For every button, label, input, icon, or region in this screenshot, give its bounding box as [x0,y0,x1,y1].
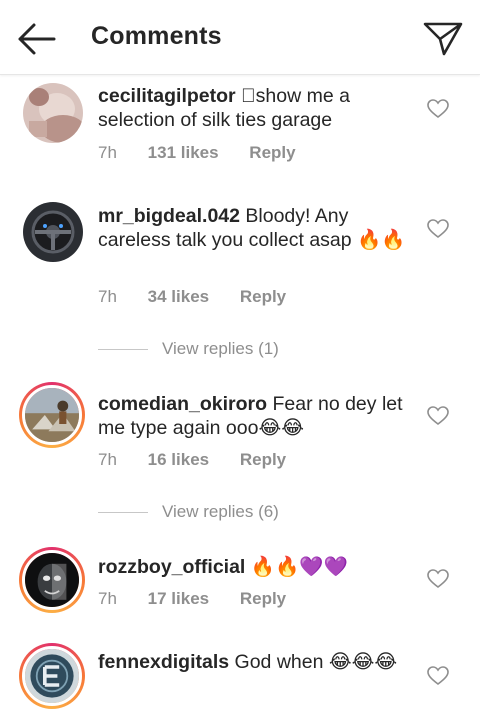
comment-username[interactable]: fennexdigitals [98,651,229,673]
share-button[interactable] [422,20,464,56]
avatar-photo [23,83,83,143]
reply-button[interactable]: Reply [249,143,295,162]
view-replies-button[interactable]: View replies (6) [98,502,279,522]
avatar[interactable] [19,382,85,448]
avatar-photo [25,388,79,442]
heart-icon[interactable] [427,219,449,239]
heart-icon[interactable] [427,666,449,686]
divider-line [98,512,148,514]
back-button[interactable] [16,22,56,56]
divider-line [98,349,148,351]
comment-username[interactable]: comedian_okiroro [98,393,267,415]
comment-text: 🔥🔥💜💜 [250,556,348,578]
avatar[interactable] [19,643,85,709]
comment-username[interactable]: mr_bigdeal.042 [98,205,240,227]
reply-button[interactable]: Reply [240,589,286,608]
heart-icon[interactable] [427,569,449,589]
comment-meta: 7h 17 likes Reply [98,589,312,609]
heart-icon[interactable] [427,99,449,119]
comment-meta: 7h 34 likes Reply [98,287,312,307]
paper-plane-icon [423,22,463,56]
comment-meta: 7h 16 likes Reply [98,450,312,470]
comment-time: 7h [98,589,117,608]
view-replies-label: View replies (1) [162,339,279,358]
comment-meta: 7h 131 likes Reply [98,143,322,163]
comment-username[interactable]: rozzboy_official [98,556,245,578]
comment-text: God when 😂😂😂 [234,651,398,673]
view-replies-button[interactable]: View replies (1) [98,339,279,359]
avatar[interactable] [23,202,83,262]
avatar[interactable] [19,547,85,613]
reply-button[interactable]: Reply [240,450,286,469]
comment-username[interactable]: cecilitagilpetor [98,85,236,107]
page-title: Comments [91,22,222,50]
comment-likes[interactable]: 34 likes [148,287,209,306]
view-replies-label: View replies (6) [162,502,279,521]
comment-likes[interactable]: 16 likes [148,450,209,469]
comment-time: 7h [98,143,117,162]
comments-header: Comments [0,0,480,75]
reply-button[interactable]: Reply [240,287,286,306]
comment-time: 7h [98,287,117,306]
avatar-photo [25,553,79,607]
comment-likes[interactable]: 17 likes [148,589,209,608]
comment-time: 7h [98,450,117,469]
heart-icon[interactable] [427,406,449,426]
avatar[interactable] [23,83,83,143]
arrow-left-icon [18,23,56,55]
comment-likes[interactable]: 131 likes [148,143,219,162]
avatar-photo [25,649,79,703]
avatar-photo [23,202,83,262]
